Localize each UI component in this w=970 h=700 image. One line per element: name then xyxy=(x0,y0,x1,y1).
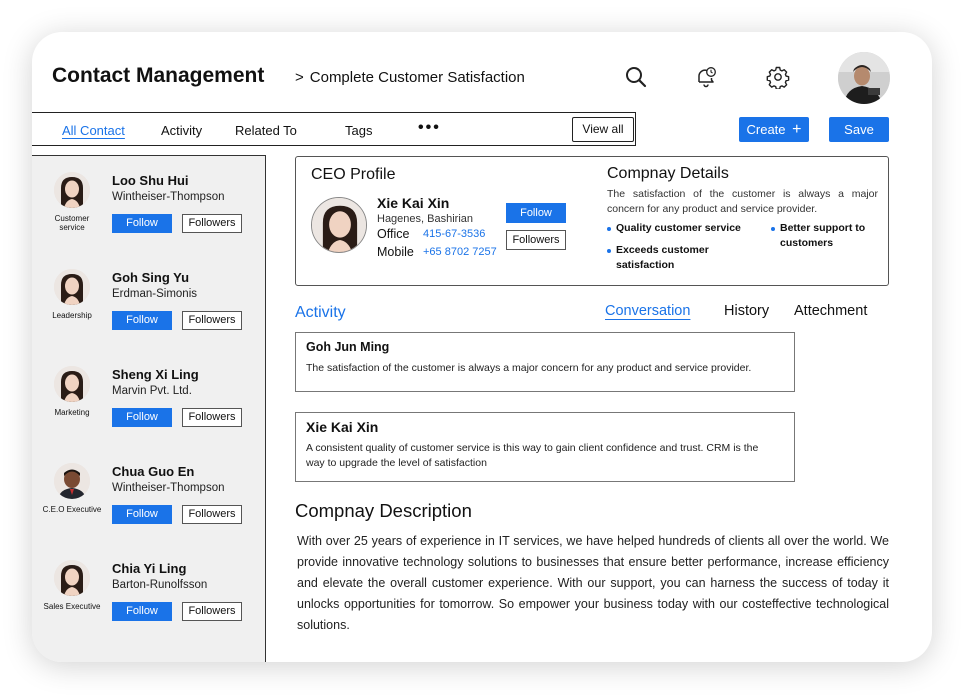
contact-role: Leadership xyxy=(52,311,92,320)
tab-conversation[interactable]: Conversation xyxy=(605,303,690,319)
office-phone-link[interactable]: 415-67-3536 xyxy=(423,228,485,240)
contact-card[interactable]: Leadership Goh Sing Yu Erdman-Simonis Fo… xyxy=(32,269,266,359)
company-bullet: Better support to customers xyxy=(771,221,880,251)
more-options-icon[interactable]: ••• xyxy=(418,119,441,137)
create-button[interactable]: Create + xyxy=(739,117,809,142)
contact-company: Wintheiser-Thompson xyxy=(112,191,225,203)
contact-company: Erdman-Simonis xyxy=(112,288,197,300)
ceo-name: Xie Kai Xin xyxy=(377,195,450,211)
contact-company: Barton-Runolfsson xyxy=(112,579,208,591)
message-text: The satisfaction of the customer is alwa… xyxy=(306,362,752,374)
tab-activity[interactable]: Activity xyxy=(161,123,202,138)
tab-all-contact[interactable]: All Contact xyxy=(62,123,125,138)
user-avatar-photo xyxy=(838,52,890,104)
contact-name: Sheng Xi Ling xyxy=(112,367,199,382)
company-details-title: Compnay Details xyxy=(607,165,729,182)
office-label: Office xyxy=(377,227,410,241)
settings-gear-icon[interactable] xyxy=(766,65,790,89)
followers-button[interactable]: Followers xyxy=(182,602,242,621)
followers-button[interactable]: Followers xyxy=(182,408,242,427)
tab-tags[interactable]: Tags xyxy=(345,123,372,138)
ceo-followers-button[interactable]: Followers xyxy=(506,230,566,250)
contacts-sidebar: Customer service Loo Shu Hui Wintheiser-… xyxy=(32,155,266,662)
contact-role: C.E.O Executive xyxy=(42,505,102,514)
followers-button[interactable]: Followers xyxy=(182,505,242,524)
contact-name: Goh Sing Yu xyxy=(112,270,190,285)
contact-company: Wintheiser-Thompson xyxy=(112,482,225,494)
company-bullet: Quality customer service xyxy=(607,222,741,234)
user-avatar[interactable] xyxy=(838,52,890,104)
company-bullet: Exceeds customer satisfaction xyxy=(607,243,726,273)
contact-avatar xyxy=(54,366,90,402)
app-window: Contact Management > Complete Customer S… xyxy=(32,32,932,662)
contact-card[interactable]: C.E.O Executive Chua Guo En Wintheiser-T… xyxy=(32,463,266,553)
follow-button[interactable]: Follow xyxy=(112,311,172,330)
save-button[interactable]: Save xyxy=(829,117,889,142)
contact-avatar xyxy=(54,463,90,499)
tab-attachment[interactable]: Attechment xyxy=(794,303,867,319)
message-author: Xie Kai Xin xyxy=(306,419,379,435)
follow-button[interactable]: Follow xyxy=(112,505,172,524)
contact-avatar xyxy=(54,560,90,596)
app-title: Contact Management xyxy=(52,64,265,87)
contact-name: Chua Guo En xyxy=(112,464,195,479)
contact-card[interactable]: Sales Executive Chia Yi Ling Barton-Runo… xyxy=(32,560,266,650)
ceo-avatar xyxy=(311,197,367,253)
breadcrumb-separator: > xyxy=(295,69,304,86)
notification-bell-icon[interactable] xyxy=(694,65,718,89)
ceo-location: Hagenes, Bashirian xyxy=(377,213,474,225)
breadcrumb[interactable]: > Complete Customer Satisfaction xyxy=(295,69,525,86)
followers-button[interactable]: Followers xyxy=(182,214,242,233)
contact-card[interactable]: Customer service Loo Shu Hui Wintheiser-… xyxy=(32,172,266,262)
followers-button[interactable]: Followers xyxy=(182,311,242,330)
company-details-desc: The satisfaction of the customer is alwa… xyxy=(607,188,878,215)
ceo-profile-card: CEO Profile Xie Kai Xin Hagenes, Bashiri… xyxy=(295,156,889,286)
mobile-phone-link[interactable]: +65 8702 7257 xyxy=(423,246,497,258)
ceo-mobile-row: Mobile +65 8702 7257 xyxy=(377,245,497,259)
contact-company: Marvin Pvt. Ltd. xyxy=(112,385,192,397)
contact-role: Customer service xyxy=(54,214,90,232)
ceo-profile-title: CEO Profile xyxy=(311,166,396,183)
tab-related-to[interactable]: Related To xyxy=(235,123,297,138)
follow-button[interactable]: Follow xyxy=(112,408,172,427)
mobile-label: Mobile xyxy=(377,245,414,259)
search-icon[interactable] xyxy=(624,65,648,89)
contact-role: Marketing xyxy=(54,408,90,417)
conversation-message: Xie Kai Xin A consistent quality of cust… xyxy=(295,412,795,482)
tab-history[interactable]: History xyxy=(724,303,769,319)
activity-title: Activity xyxy=(295,304,346,321)
view-all-button[interactable]: View all xyxy=(572,117,634,142)
create-button-label: Create xyxy=(746,122,786,137)
follow-button[interactable]: Follow xyxy=(112,602,172,621)
company-description-title: Compnay Description xyxy=(295,500,472,521)
ceo-follow-button[interactable]: Follow xyxy=(506,203,566,223)
plus-icon: + xyxy=(792,121,802,138)
contact-card[interactable]: Marketing Sheng Xi Ling Marvin Pvt. Ltd.… xyxy=(32,366,266,456)
company-description-text: With over 25 years of experience in IT s… xyxy=(297,534,889,632)
contact-name: Chia Yi Ling xyxy=(112,561,187,576)
breadcrumb-current[interactable]: Complete Customer Satisfaction xyxy=(310,69,525,86)
contact-avatar xyxy=(54,269,90,305)
ceo-office-row: Office 415-67-3536 xyxy=(377,227,485,241)
contact-name: Loo Shu Hui xyxy=(112,173,189,188)
contact-avatar xyxy=(54,172,90,208)
contact-tabs: All Contact Activity Related To Tags •••… xyxy=(32,112,636,146)
conversation-message: Goh Jun Ming The satisfaction of the cus… xyxy=(295,332,795,392)
follow-button[interactable]: Follow xyxy=(112,214,172,233)
contact-role: Sales Executive xyxy=(43,602,101,611)
message-text: A consistent quality of customer service… xyxy=(306,442,759,469)
message-author: Goh Jun Ming xyxy=(306,340,390,354)
